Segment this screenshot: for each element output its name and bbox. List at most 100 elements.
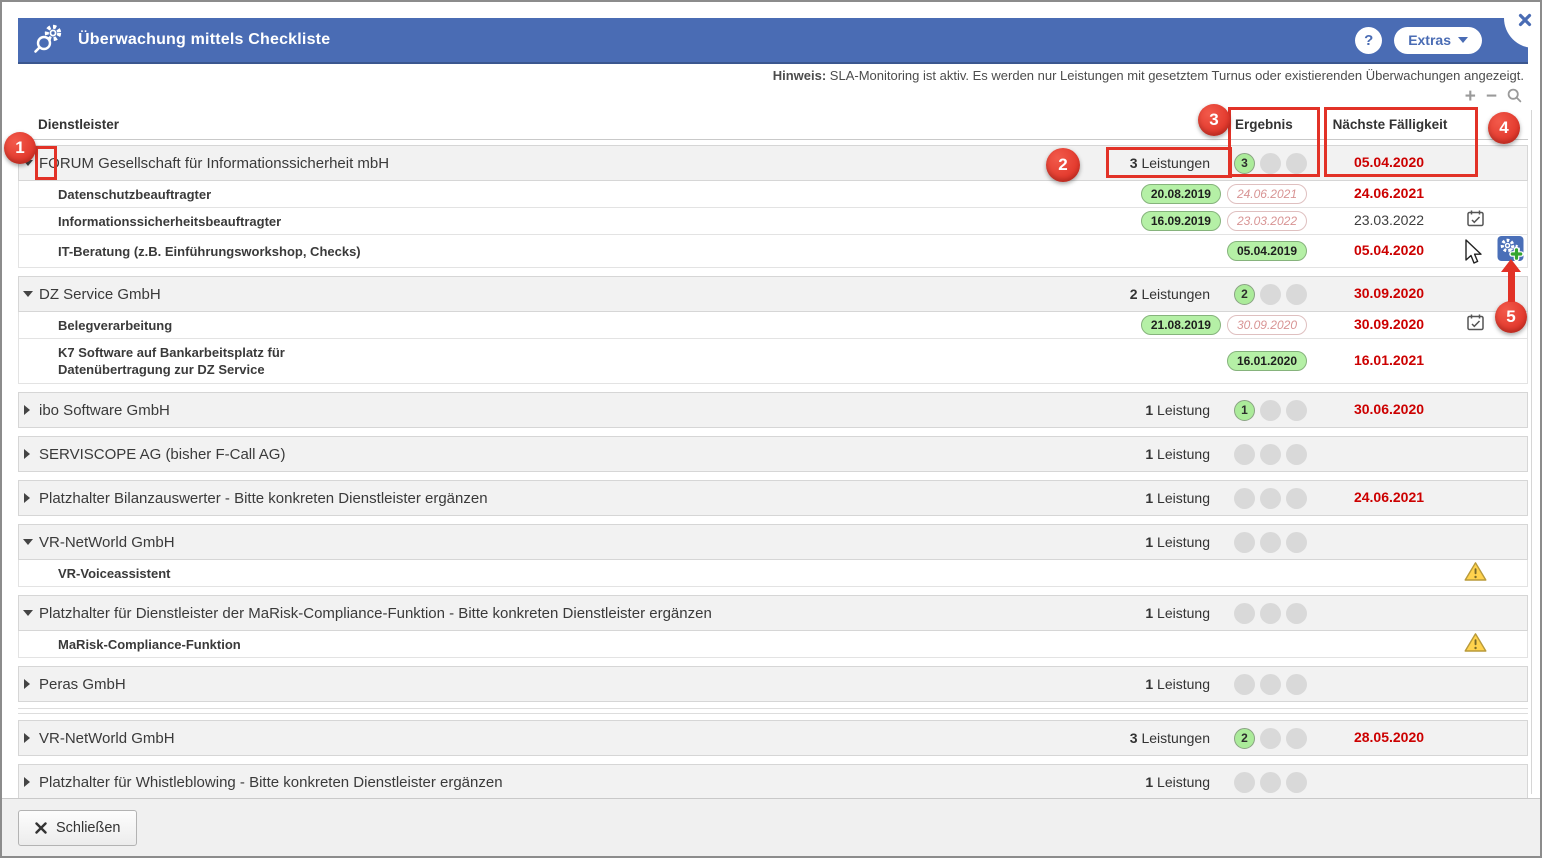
service-row: Datenschutzbeauftragter 20.08.2019 24.06.2… [18, 181, 1528, 208]
result-dot [1234, 443, 1255, 465]
result-dots [1234, 602, 1307, 624]
result-dot [1286, 487, 1307, 509]
leistungen-count: 3 Leistungen [1129, 155, 1210, 171]
dialog-title: Überwachung mittels Checkliste [78, 31, 331, 48]
service-name: Informationssicherheitsbeauftragter [58, 213, 282, 229]
provider-name: ibo Software GmbH [39, 401, 170, 419]
calendar-check-icon[interactable] [1466, 313, 1485, 337]
result-dot [1260, 152, 1281, 174]
zoom-in-icon[interactable]: + [1465, 87, 1476, 106]
result-dot [1286, 399, 1307, 421]
add-monitoring-icon[interactable] [1497, 235, 1524, 267]
provider-name: Platzhalter Bilanzauswerter - Bitte konk… [39, 489, 488, 507]
service-row: Informationssicherheitsbeauftragter 16.09… [18, 208, 1528, 235]
next-due-date: 28.05.2020 [1353, 729, 1425, 745]
done-date-badge: 16.09.2019 [1140, 211, 1221, 231]
result-dot [1260, 487, 1281, 509]
extras-button[interactable]: Extras [1394, 26, 1482, 54]
result-dot [1260, 399, 1281, 421]
help-button[interactable]: ? [1355, 26, 1383, 54]
next-due-date: 30.09.2020 [1353, 285, 1425, 301]
expand-icon[interactable] [24, 679, 30, 689]
calendar-check-icon[interactable] [1466, 209, 1485, 233]
leistungen-count: 1 Leistung [1145, 774, 1210, 790]
provider-row[interactable]: Platzhalter für Dienstleister der MaRisk… [18, 595, 1528, 631]
provider-name: Peras GmbH [39, 675, 126, 693]
zoom-out-icon[interactable]: − [1486, 87, 1497, 106]
collapse-icon[interactable] [23, 539, 33, 545]
table-toolbar: + − [1465, 87, 1522, 106]
result-dot [1260, 727, 1281, 749]
expand-icon[interactable] [24, 493, 30, 503]
next-due-date: 30.09.2020 [1353, 316, 1425, 332]
close-button-label: Schließen [56, 820, 121, 836]
provider-row[interactable]: Platzhalter Bilanzauswerter - Bitte konk… [18, 480, 1528, 516]
result-dot [1286, 673, 1307, 695]
table-header-row: Dienstleister Ergebnis Nächste Fälligkei… [18, 110, 1528, 140]
next-due-date: 16.01.2021 [1353, 352, 1425, 368]
provider-name: Platzhalter für Dienstleister der MaRisk… [39, 604, 712, 622]
result-dot [1234, 531, 1255, 553]
collapse-icon[interactable] [23, 610, 33, 616]
provider-row[interactable]: Platzhalter für Whistleblowing - Bitte k… [18, 764, 1528, 800]
planned-date-badge: 23.03.2022 [1226, 211, 1307, 231]
service-name: K7 Software auf Bankarbeitsplatz für Date… [58, 345, 285, 377]
result-dot-green: 2 [1234, 283, 1255, 305]
next-due-date: 05.04.2020 [1353, 154, 1425, 170]
provider-row[interactable]: DZ Service GmbH 2 Leistungen 2 30.09.2020 [18, 276, 1528, 312]
hint-body: SLA-Monitoring ist aktiv. Es werden nur … [826, 68, 1524, 83]
leistungen-count: 3 Leistungen [1129, 730, 1210, 746]
provider-row[interactable]: Peras GmbH 1 Leistung [18, 666, 1528, 702]
expand-icon[interactable] [24, 405, 30, 415]
result-dot-green: 2 [1234, 727, 1255, 749]
row-spacer [18, 708, 1528, 714]
provider-name: VR-NetWorld GmbH [39, 533, 175, 551]
expand-icon[interactable] [24, 449, 30, 459]
leistungen-count: 1 Leistung [1145, 490, 1210, 506]
provider-row[interactable]: ibo Software GmbH 1 Leistung 1 30.06.2020 [18, 392, 1528, 428]
provider-name: FORUM Gesellschaft für Informationssiche… [39, 154, 390, 172]
result-dots [1234, 673, 1307, 695]
service-name: MaRisk-Compliance-Funktion [58, 636, 241, 652]
leistungen-count: 1 Leistung [1145, 534, 1210, 550]
close-button[interactable]: Schließen [18, 810, 138, 846]
collapse-icon[interactable] [23, 291, 33, 297]
sla-hint-text: Hinweis: SLA-Monitoring ist aktiv. Es we… [773, 68, 1524, 83]
search-icon[interactable] [1507, 88, 1522, 105]
leistungen-count: 1 Leistung [1145, 676, 1210, 692]
result-dots [1234, 531, 1307, 553]
warning-icon [1464, 561, 1487, 586]
dialog-titlebar: Überwachung mittels Checkliste ? Extras [18, 18, 1528, 64]
done-date-badge: 21.08.2019 [1140, 315, 1221, 335]
result-dot [1286, 771, 1307, 793]
provider-row[interactable]: VR-NetWorld GmbH 1 Leistung [18, 524, 1528, 560]
result-dot-green: 1 [1234, 399, 1255, 421]
result-dot [1260, 443, 1281, 465]
provider-table: Dienstleister Ergebnis Nächste Fälligkei… [18, 110, 1528, 800]
gear-magnifier-icon [32, 21, 68, 60]
expand-icon[interactable] [24, 733, 30, 743]
result-dot [1286, 727, 1307, 749]
result-dot [1234, 487, 1255, 509]
result-dot [1286, 152, 1307, 174]
provider-row[interactable]: FORUM Gesellschaft für Informationssiche… [18, 145, 1528, 181]
collapse-icon[interactable] [23, 160, 33, 166]
next-due-date: 24.06.2021 [1353, 489, 1425, 505]
close-icon [1518, 13, 1532, 27]
close-x-icon [35, 822, 47, 834]
provider-row[interactable]: SERVISCOPE AG (bisher F-Call AG) 1 Leistu… [18, 436, 1528, 472]
result-dot [1234, 771, 1255, 793]
provider-row[interactable]: VR-NetWorld GmbH 3 Leistungen 2 28.05.2020 [18, 720, 1528, 756]
result-dot [1234, 602, 1255, 624]
leistungen-count: 1 Leistung [1145, 605, 1210, 621]
next-due-date: 05.04.2020 [1353, 242, 1425, 258]
done-date-badge: 05.04.2019 [1226, 241, 1307, 261]
provider-name: Platzhalter für Whistleblowing - Bitte k… [39, 773, 503, 791]
planned-date-badge: 24.06.2021 [1226, 184, 1307, 204]
result-dot [1286, 602, 1307, 624]
service-name: Datenschutzbeauftragter [58, 186, 212, 202]
result-dots [1234, 771, 1307, 793]
expand-icon[interactable] [24, 777, 30, 787]
result-dot-green: 3 [1234, 152, 1255, 174]
result-dot [1286, 443, 1307, 465]
